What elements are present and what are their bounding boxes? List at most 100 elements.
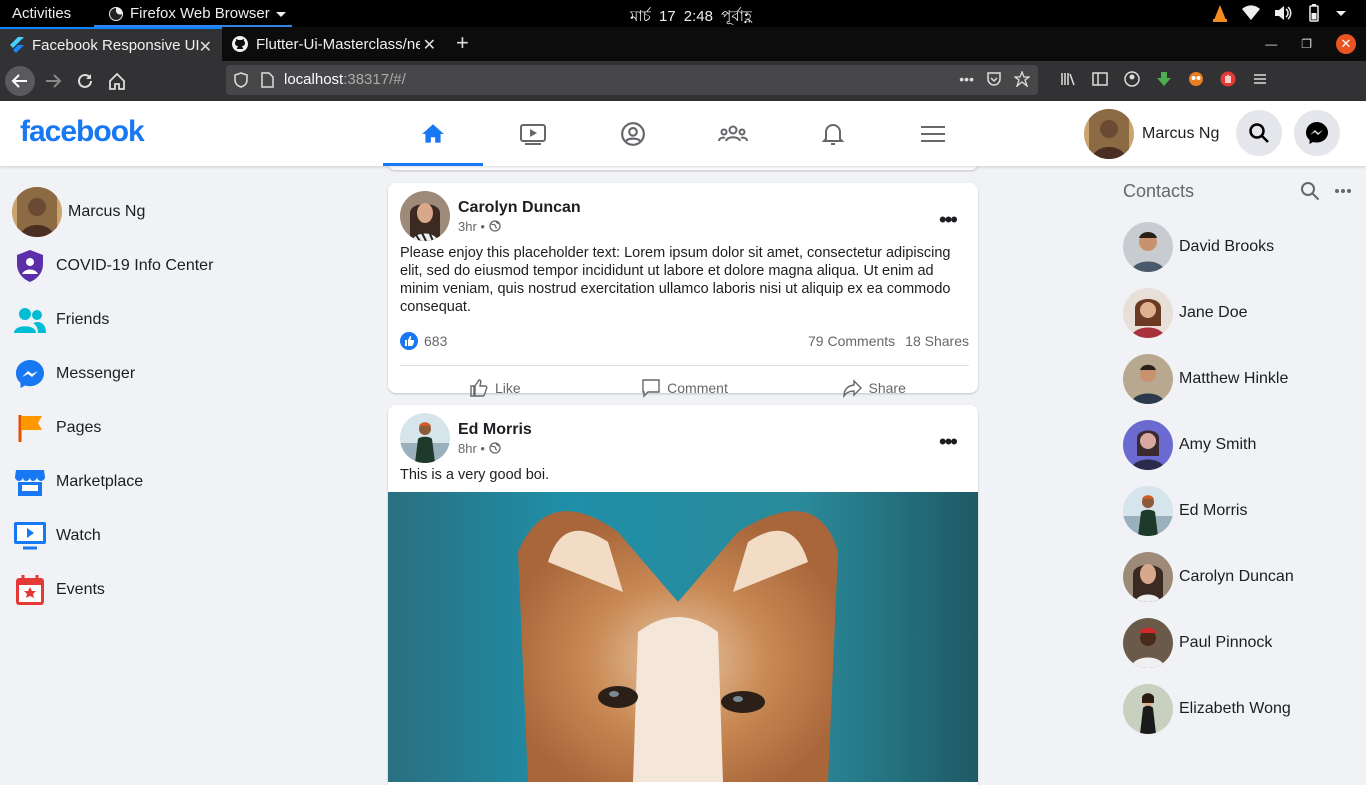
profile-icon (620, 121, 646, 147)
close-window-icon[interactable]: ✕ (1336, 34, 1356, 54)
contact-item[interactable]: Paul Pinnock (1123, 610, 1366, 676)
left-sidebar: Marcus Ng COVID-19 Info Center Friends M… (12, 185, 312, 617)
new-tab-button[interactable]: + (456, 30, 469, 56)
sidebar-item-events[interactable]: Events (12, 563, 312, 617)
contact-item[interactable]: Elizabeth Wong (1123, 676, 1366, 742)
maximize-icon[interactable]: ❐ (1301, 37, 1312, 51)
activities-button[interactable]: Activities (12, 5, 71, 22)
tab-close-icon[interactable]: ✕ (199, 37, 212, 57)
sidebar-item-label: COVID-19 Info Center (56, 257, 214, 274)
storefront-icon (12, 464, 48, 500)
account-icon[interactable] (1124, 71, 1140, 87)
comment-icon (641, 378, 661, 398)
post-author[interactable]: Carolyn Duncan (458, 199, 581, 217)
post-divider (400, 365, 969, 366)
url-bar[interactable]: localhost:38317/#/ ••• (226, 65, 1038, 95)
post-author[interactable]: Ed Morris (458, 421, 532, 439)
comment-button[interactable]: Comment (590, 373, 780, 403)
contact-item[interactable]: Ed Morris (1123, 478, 1366, 544)
firefox-icon (108, 6, 124, 22)
avatar[interactable] (400, 413, 450, 463)
home-icon (420, 121, 446, 147)
avatar (1123, 222, 1173, 272)
comment-label: Comment (667, 380, 728, 396)
extension-owl-icon[interactable] (1188, 71, 1204, 87)
search-icon[interactable] (1300, 181, 1320, 201)
search-button[interactable] (1236, 110, 1282, 156)
library-icon[interactable] (1060, 71, 1076, 87)
post-text: This is a very good boi. (400, 467, 550, 483)
reload-button[interactable] (70, 66, 100, 96)
messenger-button[interactable] (1294, 110, 1340, 156)
nav-tab-menu[interactable] (883, 101, 983, 166)
power-menu-icon[interactable] (1336, 8, 1346, 18)
contact-item[interactable]: Amy Smith (1123, 412, 1366, 478)
bookmark-star-icon[interactable] (1014, 71, 1030, 87)
contact-item[interactable]: Carolyn Duncan (1123, 544, 1366, 610)
page-icon[interactable] (260, 72, 274, 88)
sidebar-item-messenger[interactable]: Messenger (12, 347, 312, 401)
post-more-options-icon[interactable]: ••• (939, 207, 958, 233)
friends-icon (12, 302, 48, 338)
facebook-logo[interactable]: facebook (20, 115, 145, 149)
pocket-icon[interactable] (986, 71, 1002, 87)
shield-icon[interactable] (234, 72, 248, 88)
page-actions-icon[interactable]: ••• (959, 71, 974, 87)
groups-icon (718, 122, 748, 146)
menu-hamburger-icon[interactable] (1252, 71, 1268, 87)
app-menu[interactable]: Firefox Web Browser (108, 5, 286, 22)
nav-tab-groups[interactable] (683, 101, 783, 166)
like-count[interactable]: 683 (400, 332, 447, 350)
nav-tab-home[interactable] (383, 101, 483, 166)
sidebar-item-covid[interactable]: COVID-19 Info Center (12, 239, 312, 293)
system-top-bar: Activities Firefox Web Browser মার্চ 17 … (0, 0, 1366, 27)
back-button[interactable] (5, 66, 35, 96)
sidebar-item-label: Marcus Ng (68, 203, 146, 220)
sidebar-item-watch[interactable]: Watch (12, 509, 312, 563)
battery-icon (1306, 4, 1322, 22)
contact-name: Amy Smith (1179, 436, 1257, 453)
contact-list: David Brooks Jane Doe Matthew Hinkle Amy… (1123, 214, 1366, 742)
sidebar-item-profile[interactable]: Marcus Ng (12, 185, 312, 239)
comment-count[interactable]: 79 Comments (808, 333, 895, 349)
extension-stop-icon[interactable] (1220, 71, 1236, 87)
system-tray[interactable] (1212, 4, 1346, 22)
sidebar-item-label: Marketplace (56, 473, 144, 490)
sidebar-item-marketplace[interactable]: Marketplace (12, 455, 312, 509)
avatar (1123, 684, 1173, 734)
share-count[interactable]: 18 Shares (905, 333, 969, 349)
forward-button[interactable] (38, 66, 68, 96)
download-extension-icon[interactable] (1156, 71, 1172, 87)
url-path: :38317/#/ (343, 71, 406, 88)
nav-tab-profile[interactable] (583, 101, 683, 166)
thumbs-up-icon (469, 378, 489, 398)
sidebar-item-label: Messenger (56, 365, 136, 382)
post-time-text: 3hr • (458, 218, 485, 234)
like-label: Like (494, 380, 521, 396)
messenger-icon (12, 356, 48, 392)
browser-tab-github[interactable]: Flutter-Ui-Masterclass/ne ✕ (222, 27, 446, 61)
like-button[interactable]: Like (400, 373, 590, 403)
share-button[interactable]: Share (779, 373, 969, 403)
nav-tab-notifications[interactable] (783, 101, 883, 166)
avatar[interactable] (400, 191, 450, 241)
more-options-icon[interactable] (1334, 188, 1352, 194)
post-image[interactable] (388, 492, 978, 782)
github-favicon-icon (232, 36, 248, 52)
contact-item[interactable]: Jane Doe (1123, 280, 1366, 346)
sidebar-icon[interactable] (1092, 71, 1108, 87)
header-user[interactable]: Marcus Ng (1084, 109, 1219, 159)
home-button[interactable] (102, 66, 132, 96)
tab-close-icon[interactable]: ✕ (423, 35, 436, 55)
minimize-icon[interactable]: — (1265, 37, 1277, 51)
contact-item[interactable]: David Brooks (1123, 214, 1366, 280)
contact-name: Carolyn Duncan (1179, 568, 1294, 585)
vlc-icon[interactable] (1212, 4, 1228, 22)
browser-tab-facebook[interactable]: Facebook Responsive UI ✕ (0, 27, 222, 61)
window-controls: — ❐ ✕ (1265, 27, 1366, 61)
nav-tab-watch[interactable] (483, 101, 583, 166)
sidebar-item-friends[interactable]: Friends (12, 293, 312, 347)
post-more-options-icon[interactable]: ••• (939, 429, 958, 455)
contact-item[interactable]: Matthew Hinkle (1123, 346, 1366, 412)
sidebar-item-pages[interactable]: Pages (12, 401, 312, 455)
